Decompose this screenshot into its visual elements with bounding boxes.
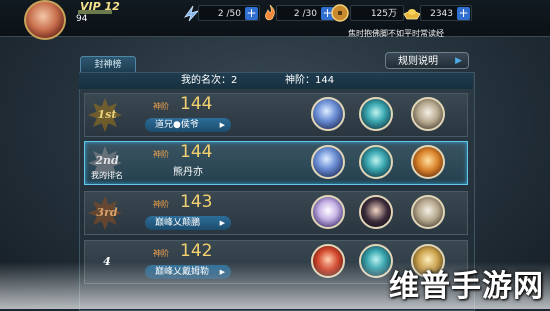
- hero-blue-bird-icon[interactable]: [311, 145, 345, 179]
- play-arrow-icon: ▶: [219, 121, 225, 129]
- scrolling-notice: 焦时抱佛脚不如平时常读经: [348, 29, 444, 38]
- hero-dark-lady-icon[interactable]: [359, 195, 393, 229]
- hero-teal-warrior-icon[interactable]: [359, 97, 393, 131]
- rank-level-label: 神阶: [153, 249, 169, 258]
- add-stamina-button[interactable]: +: [245, 7, 258, 20]
- rank-level-value: 142: [180, 241, 213, 261]
- player-name-text: 道兄●侯爷: [155, 120, 199, 130]
- coin-value: 125万: [370, 9, 397, 19]
- hero-monkey-king-icon[interactable]: [411, 145, 445, 179]
- stamina-counter: 2 /50 +: [198, 5, 260, 21]
- player-level: 94: [76, 14, 88, 24]
- ranking-row[interactable]: 3rd 神阶 143 巅峰乂颠鵬 ▶: [84, 191, 468, 235]
- hero-teal-warrior-icon[interactable]: [359, 145, 393, 179]
- my-rank-tag: 我的排名: [91, 171, 123, 180]
- rank-level-value: 143: [180, 192, 213, 212]
- rules-button-label: 规则说明: [398, 56, 438, 67]
- rank-position: 1st: [97, 108, 117, 121]
- hero-white-fox-icon[interactable]: [311, 195, 345, 229]
- energy-counter: 2 /30 +: [276, 5, 336, 21]
- rank-position: 2nd: [95, 154, 119, 167]
- my-rank-text: 我的名次：2: [181, 75, 238, 86]
- rank-position: 3rd: [96, 206, 118, 219]
- coin-counter: 125万: [350, 5, 404, 21]
- play-arrow-icon: ▶: [219, 219, 225, 227]
- rank-level-label: 神阶: [153, 102, 169, 111]
- ranking-row[interactable]: 1st 神阶 144 道兄●侯爷 ▶: [84, 93, 468, 137]
- hero-blue-bird-icon[interactable]: [311, 97, 345, 131]
- player-avatar[interactable]: [24, 0, 66, 40]
- ranking-row[interactable]: 2nd 我的排名 神阶 144 熊丹亦: [84, 141, 468, 185]
- rules-button[interactable]: 规则说明 ▶: [385, 52, 469, 69]
- ingot-icon: [403, 9, 421, 20]
- rank-level-value: 144: [180, 94, 213, 114]
- player-name-button[interactable]: 巅峰乂颠鵬 ▶: [145, 216, 231, 230]
- rank-level-label: 神阶: [153, 200, 169, 209]
- player-name: 熊丹亦: [145, 166, 231, 180]
- player-name-text: 熊丹亦: [173, 167, 203, 178]
- ingot-counter: 2343 +: [420, 5, 472, 21]
- play-arrow-icon: ▶: [455, 56, 462, 66]
- energy-value: 2 /30: [293, 9, 317, 19]
- my-level-text: 神阶：144: [285, 75, 335, 86]
- watermark: 维普手游网: [389, 269, 544, 304]
- rank-level-value: 144: [180, 142, 213, 162]
- stamina-value: 2 /50: [217, 9, 241, 19]
- coin-icon: [331, 4, 349, 22]
- add-ingot-button[interactable]: +: [457, 7, 470, 20]
- ingot-value: 2343: [430, 9, 453, 19]
- my-rank-summary: 我的名次：2 神阶：144: [79, 73, 473, 89]
- hero-silver-warrior-icon[interactable]: [411, 97, 445, 131]
- hero-silver-warrior-icon[interactable]: [411, 195, 445, 229]
- rank-level-label: 神阶: [153, 150, 169, 159]
- player-name-text: 巅峰乂颠鵬: [155, 218, 201, 228]
- player-name-button[interactable]: 道兄●侯爷 ▶: [145, 118, 231, 132]
